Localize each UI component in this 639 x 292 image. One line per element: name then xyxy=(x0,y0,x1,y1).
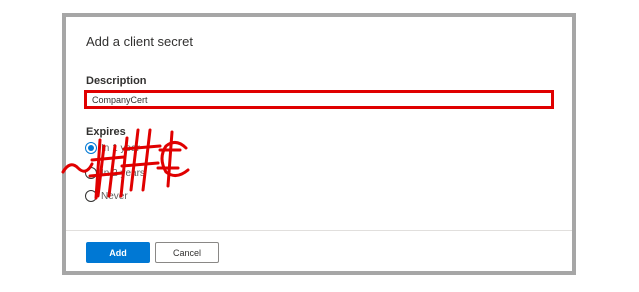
expires-option-1-year[interactable]: In 1 year xyxy=(85,141,140,155)
add-button[interactable]: Add xyxy=(86,242,150,263)
radio-button-checked[interactable] xyxy=(85,142,97,154)
expires-option-label: Never xyxy=(101,190,128,202)
expires-option-2-years[interactable]: In 2 years xyxy=(85,166,145,180)
description-input[interactable]: CompanyCert xyxy=(84,90,554,109)
dialog-title: Add a client secret xyxy=(86,34,193,49)
expires-option-never[interactable]: Never xyxy=(85,189,128,203)
radio-button[interactable] xyxy=(85,167,97,179)
expires-option-label: In 2 years xyxy=(101,167,145,179)
expires-option-label: In 1 year xyxy=(101,142,140,154)
add-client-secret-dialog: Add a client secret Description CompanyC… xyxy=(62,13,576,275)
radio-button[interactable] xyxy=(85,190,97,202)
footer-divider xyxy=(66,230,572,231)
expires-label: Expires xyxy=(86,126,126,138)
description-label: Description xyxy=(86,75,147,87)
cancel-button[interactable]: Cancel xyxy=(155,242,219,263)
